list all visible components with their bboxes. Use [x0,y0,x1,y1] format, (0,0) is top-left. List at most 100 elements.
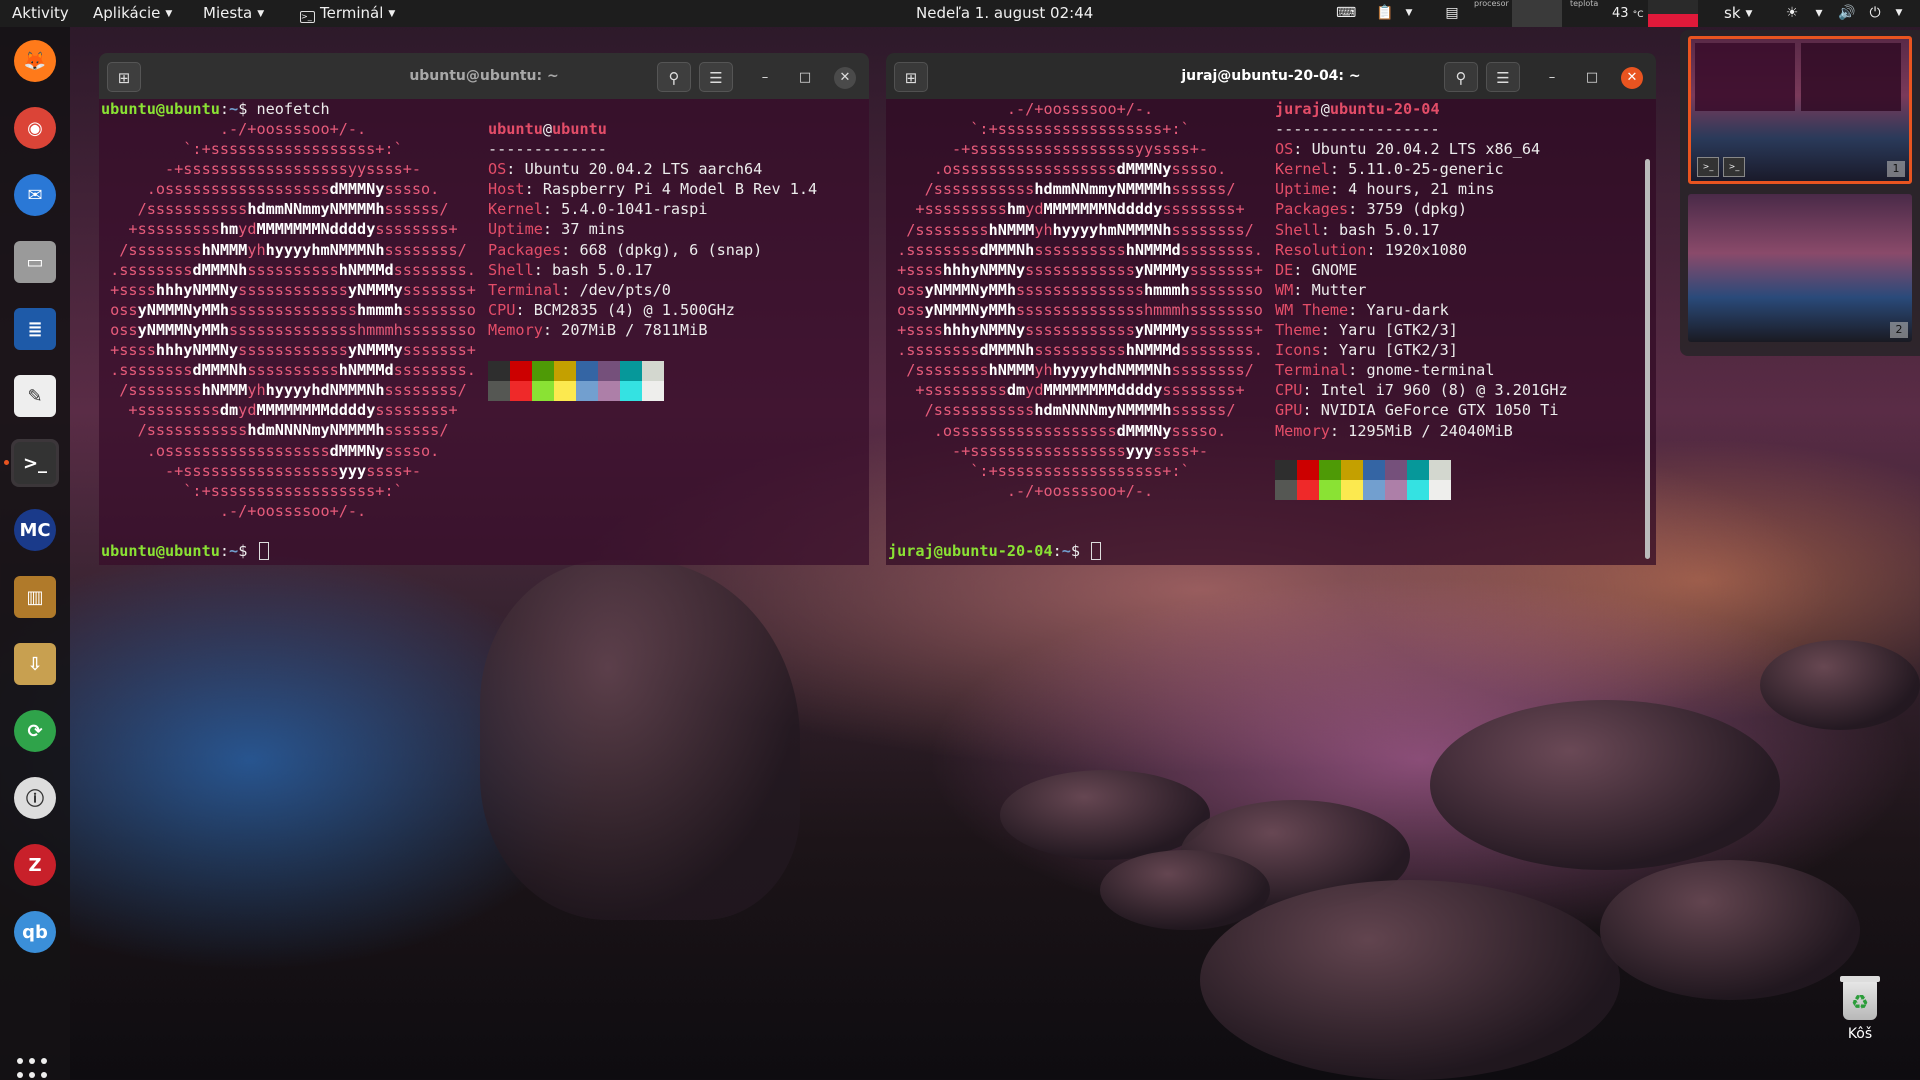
info-row: GPU: NVIDIA GeForce GTX 1050 Ti [1275,401,1559,420]
dock: 🦊 ◉ ✉ ▭ ≣ ✎ >_ MC ▥ ⇩ ⟳ ⓘ Zqb [0,27,70,1080]
places-menu[interactable]: Miesta ▼ [203,0,264,27]
dock-item[interactable]: ⟳ [11,707,59,755]
color-swatch [1363,480,1385,500]
ubuntu-ascii-logo: .-/+oossssoo+/-. `:+ssssssssssssssssss+:… [888,100,1263,500]
color-swatch [554,381,576,401]
minimize-button[interactable]: – [1541,67,1563,89]
chrome-icon: ◉ [14,107,56,149]
dock-item[interactable]: 🦊 [11,37,59,85]
dock-item[interactable]: ⇩ [11,640,59,688]
search-button[interactable]: ⚲ [1444,62,1478,92]
info-separator: ------------- [488,140,607,159]
app-menu[interactable]: >_ Terminál ▼ [300,0,395,27]
terminal-window-juraj[interactable]: ⊞ juraj@ubuntu-20-04: ~ ⚲ ☰ – □ ✕ .-/+oo… [886,53,1656,565]
dock-item[interactable]: ✎ [11,372,59,420]
power-icon[interactable]: ⏻ [1866,4,1884,22]
system-monitor-icon[interactable]: ▤ [1443,4,1461,22]
color-swatch [1429,480,1451,500]
info-row: WM Theme: Yaru-dark [1275,300,1449,319]
info-row: Memory: 1295MiB / 24040MiB [1275,421,1513,440]
volume-icon[interactable]: 🔊 [1838,4,1856,22]
info-row: Shell: bash 5.0.17 [1275,220,1440,239]
menu-button[interactable]: ☰ [699,62,733,92]
color-swatch [510,381,532,401]
maximize-button[interactable]: □ [1581,67,1603,89]
grid-icon [17,1058,47,1080]
dock-item[interactable]: ▥ [11,573,59,621]
chevron-down-icon: ▼ [257,9,265,19]
info-row: Theme: Yaru [GTK2/3] [1275,321,1458,340]
trash-desktop-icon[interactable]: ♻ Kôš [1825,976,1895,1042]
dock-item[interactable]: ≣ [11,305,59,353]
activities-button[interactable]: Aktivity [12,0,69,27]
info-row: WM: Mutter [1275,280,1367,299]
window-thumbnail [1695,43,1795,111]
workspace-thumbnail[interactable]: 2 [1688,194,1912,342]
temperature-label: teplota [1570,0,1599,8]
clock[interactable]: Nedeľa 1. august 02:44 [916,0,1093,27]
dock-item[interactable]: ◉ [11,104,59,152]
terminal-icon: >_ [1697,157,1719,177]
thunderbird-icon: ✉ [14,174,56,216]
wallpaper-rock [1760,640,1920,730]
terminal-content[interactable]: ubuntu@ubuntu:~$ neofetch .-/+oossssoo+/… [99,99,869,565]
show-applications-button[interactable] [17,1058,53,1080]
dock-item[interactable]: Z [11,841,59,889]
chevron-down-icon[interactable]: ▼ [1400,4,1418,22]
dock-item[interactable]: ▭ [11,238,59,286]
scrollbar[interactable] [1645,159,1650,559]
color-swatch [1275,460,1297,480]
color-swatch [598,381,620,401]
night-light-icon[interactable]: ☀ [1783,4,1801,22]
color-swatch [1319,460,1341,480]
color-swatch [1297,480,1319,500]
info-row: Uptime: 37 mins [488,220,626,239]
info-row: Kernel: 5.4.0-1041-raspi [488,200,708,219]
hamburger-menu-icon: ☰ [1496,69,1510,87]
command-prompt: juraj@ubuntu-20-04:~$ [888,541,1102,561]
close-button[interactable]: ✕ [1621,67,1643,89]
info-row: Uptime: 4 hours, 21 mins [1275,180,1495,199]
zotero-icon: Z [14,844,56,886]
applications-menu[interactable]: Aplikácie ▼ [93,0,172,27]
color-palette [488,361,664,401]
trash-icon: ♻ [1840,976,1880,1020]
info-row: Kernel: 5.11.0-25-generic [1275,160,1504,179]
color-swatch [1429,460,1451,480]
terminal-icon: >_ [300,11,315,23]
color-swatch [642,361,664,381]
chevron-down-icon[interactable]: ▼ [1890,4,1908,22]
minimize-button[interactable]: – [754,67,776,89]
wifi-icon[interactable]: ▾ [1810,4,1828,22]
dock-item[interactable]: >_ [11,439,59,487]
maximize-button[interactable]: □ [794,67,816,89]
text-cursor [1091,542,1102,560]
dock-item[interactable]: ⓘ [11,774,59,822]
info-row: OS: Ubuntu 20.04.2 LTS aarch64 [488,160,763,179]
info-row: CPU: Intel i7 960 (8) @ 3.201GHz [1275,381,1568,400]
sync-icon: ⟳ [14,710,56,752]
wallpaper-rock [1430,700,1780,870]
color-swatch [1385,460,1407,480]
keyboard-layout-indicator[interactable]: sk ▼ [1724,0,1752,27]
workspace-number: 1 [1887,161,1905,177]
search-button[interactable]: ⚲ [657,62,691,92]
color-swatch [1407,460,1429,480]
terminal-window-ubuntu[interactable]: ⊞ ubuntu@ubuntu: ~ ⚲ ☰ – □ ✕ ubuntu@ubun… [99,53,869,565]
dock-item[interactable]: ✉ [11,171,59,219]
menu-button[interactable]: ☰ [1486,62,1520,92]
close-button[interactable]: ✕ [834,67,856,89]
minimize-icon: – [761,70,769,85]
info-row: Resolution: 1920x1080 [1275,240,1468,259]
dock-item[interactable]: qb [11,908,59,956]
text-cursor [258,542,269,560]
screen-keyboard-icon[interactable]: ⌨ [1336,4,1356,22]
terminal-content[interactable]: .-/+oossssoo+/-. `:+ssssssssssssssssss+:… [886,99,1656,565]
clipboard-icon[interactable]: 📋 [1376,4,1394,22]
workspace-switcher: >_ >_ 1 2 [1680,30,1920,356]
info-separator: ------------------ [1275,120,1440,139]
workspace-thumbnail[interactable]: >_ >_ 1 [1688,36,1912,184]
dock-item[interactable]: MC [11,506,59,554]
info-row: OS: Ubuntu 20.04.2 LTS x86_64 [1275,140,1541,159]
info-row: Terminal: /dev/pts/0 [488,280,671,299]
